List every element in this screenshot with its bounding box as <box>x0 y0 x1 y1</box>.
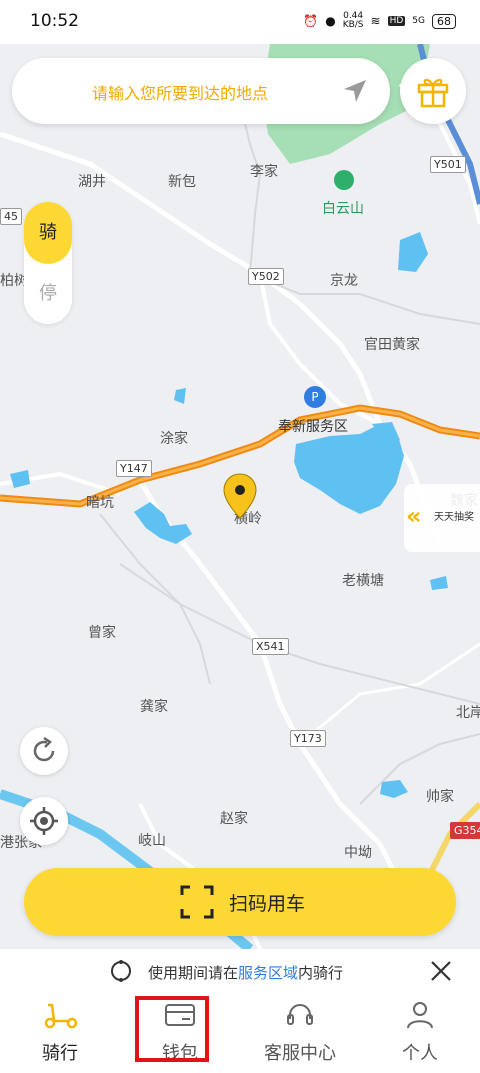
close-icon[interactable] <box>430 960 452 982</box>
daily-lottery-tab[interactable]: « 天天抽奖 <box>404 484 480 552</box>
road-tag: 45 <box>0 208 22 225</box>
battery-icon: 68 <box>432 13 456 29</box>
map-label: 中坳 <box>344 845 372 861</box>
map-label: 李家 <box>250 164 278 180</box>
chevron-left-icon: « <box>406 502 422 530</box>
refresh-icon <box>33 736 55 762</box>
map-label: 老横塘 <box>342 573 384 589</box>
location-icon: ● <box>325 14 336 28</box>
scooter-icon <box>44 1003 78 1029</box>
search-placeholder: 请输入您所要到达的地点 <box>92 84 269 103</box>
map-label: 北岸 <box>456 705 480 721</box>
map-label: 白云山 <box>322 201 364 217</box>
service-area-notice: 使用期间请在服务区域内骑行 <box>0 949 480 993</box>
signal-icon: 5G <box>412 16 425 26</box>
mode-toggle[interactable]: 骑 停 <box>24 202 72 324</box>
road-tag: Y147 <box>116 460 152 477</box>
scan-label: 扫码用车 <box>229 893 306 915</box>
destination-search[interactable]: 请输入您所要到达的地点 <box>12 58 390 124</box>
lottery-label: 天天抽奖 <box>434 512 474 523</box>
map-label: 新包 <box>168 174 196 190</box>
scan-to-ride-button[interactable]: 扫码用车 <box>24 868 456 936</box>
tab-label: 客服中心 <box>264 1043 336 1064</box>
map-label: 龚家 <box>140 699 168 715</box>
tab-label: 骑行 <box>42 1043 78 1064</box>
headset-icon <box>287 1004 313 1025</box>
refresh-button[interactable] <box>20 727 68 775</box>
locate-button[interactable] <box>20 797 68 845</box>
tab-label: 个人 <box>402 1043 438 1064</box>
map-label: 岐山 <box>138 833 166 849</box>
road-tag: G354 <box>450 822 480 839</box>
navigate-arrow-icon[interactable] <box>342 78 368 104</box>
map-label: 涂家 <box>160 431 188 447</box>
highlight-box <box>135 996 209 1062</box>
crosshair-icon <box>30 807 58 835</box>
ride-mode-button[interactable]: 骑 <box>24 202 72 264</box>
tab-profile[interactable]: 个人 <box>360 993 480 1073</box>
gift-button[interactable] <box>400 58 466 124</box>
scan-icon <box>180 885 214 919</box>
park-mode-button[interactable]: 停 <box>24 264 72 324</box>
map-label: 帅家 <box>426 789 454 805</box>
map-label: 暗坑 <box>86 495 114 511</box>
alarm-icon: ⏰ <box>303 14 319 28</box>
status-bar: 10:52 ⏰ ● 0.44 KB/S ≋ HD 5G 68 <box>0 0 480 44</box>
map-label: 湖井 <box>78 174 106 190</box>
mountain-icon <box>334 170 354 190</box>
status-icons: ⏰ ● 0.44 KB/S ≋ HD 5G 68 <box>303 12 456 30</box>
hd-badge: HD <box>387 16 406 26</box>
service-area-link[interactable]: 服务区域 <box>238 964 298 982</box>
map-label: 奉新服务区 <box>278 419 348 435</box>
location-pin-icon <box>223 473 257 519</box>
road-tag: Y173 <box>290 730 326 747</box>
map-label: 赵家 <box>220 811 248 827</box>
tab-ride[interactable]: 骑行 <box>0 993 120 1073</box>
map-label: 京龙 <box>330 273 358 289</box>
notice-text: 使用期间请在服务区域内骑行 <box>148 964 344 982</box>
road-tag: Y502 <box>248 268 284 285</box>
map-label: 官田黄家 <box>364 337 420 353</box>
status-time: 10:52 <box>30 11 79 31</box>
person-icon <box>407 1002 433 1029</box>
net-speed: 0.44 KB/S <box>342 11 364 30</box>
wifi-icon: ≋ <box>370 14 381 28</box>
tab-customer-service[interactable]: 客服中心 <box>240 993 360 1073</box>
road-tag: X541 <box>252 638 289 655</box>
road-tag: Y501 <box>430 156 466 173</box>
area-ring-icon <box>111 960 131 982</box>
gift-icon <box>417 78 449 108</box>
parking-icon: P <box>304 386 326 408</box>
bottom-nav: 骑行 钱包 客服中心 个人 <box>0 993 480 1073</box>
map-label: 曾家 <box>88 625 116 641</box>
